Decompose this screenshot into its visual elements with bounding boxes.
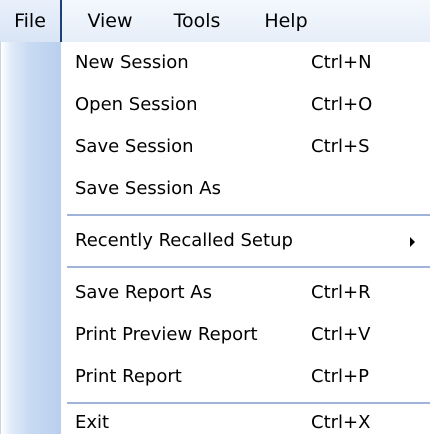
menu-item-save-report-as[interactable]: Save Report As Ctrl+R bbox=[61, 272, 430, 314]
menu-item-shortcut: Ctrl+V bbox=[311, 324, 371, 345]
menu-item-label: New Session bbox=[75, 52, 189, 73]
menu-item-print-report[interactable]: Print Report Ctrl+P bbox=[61, 356, 430, 398]
menu-item-shortcut: Ctrl+R bbox=[311, 282, 371, 303]
menu-view[interactable]: View bbox=[68, 0, 152, 42]
menu-tools[interactable]: Tools bbox=[152, 0, 242, 42]
menu-item-save-session-as[interactable]: Save Session As bbox=[61, 168, 430, 210]
menu-item-new-session[interactable]: New Session Ctrl+N bbox=[61, 42, 430, 84]
menu-item-print-preview-report[interactable]: Print Preview Report Ctrl+V bbox=[61, 314, 430, 356]
menu-item-label: Save Session bbox=[75, 136, 194, 157]
menu-item-exit[interactable]: Exit Ctrl+X bbox=[61, 405, 430, 434]
menu-item-shortcut: Ctrl+O bbox=[311, 94, 373, 115]
menu-separator bbox=[67, 266, 430, 268]
menu-item-shortcut: Ctrl+X bbox=[311, 412, 371, 433]
menu-separator bbox=[67, 402, 430, 404]
menu-item-recently-recalled-setup[interactable]: Recently Recalled Setup bbox=[61, 220, 430, 262]
submenu-arrow-icon bbox=[410, 237, 415, 247]
menu-item-shortcut: Ctrl+N bbox=[311, 52, 372, 73]
menu-separator bbox=[67, 214, 430, 216]
menu-item-label: Print Report bbox=[75, 366, 182, 387]
menu-item-label: Exit bbox=[75, 412, 110, 433]
menu-bar: File View Tools Help bbox=[0, 0, 430, 42]
file-dropdown-menu: New Session Ctrl+N Open Session Ctrl+O S… bbox=[0, 42, 430, 434]
menu-item-shortcut: Ctrl+S bbox=[311, 136, 370, 157]
menu-item-open-session[interactable]: Open Session Ctrl+O bbox=[61, 84, 430, 126]
menu-item-label: Save Session As bbox=[75, 178, 221, 199]
menu-item-label: Open Session bbox=[75, 94, 198, 115]
menu-item-label: Save Report As bbox=[75, 282, 212, 303]
menu-file[interactable]: File bbox=[0, 0, 62, 42]
menu-item-label: Recently Recalled Setup bbox=[75, 230, 293, 251]
menu-item-label: Print Preview Report bbox=[75, 324, 258, 345]
menu-item-shortcut: Ctrl+P bbox=[311, 366, 369, 387]
menu-item-save-session[interactable]: Save Session Ctrl+S bbox=[61, 126, 430, 168]
application-window: File View Tools Help New Session Ctrl+N … bbox=[0, 0, 430, 434]
menu-help[interactable]: Help bbox=[246, 0, 326, 42]
menu-icon-gutter bbox=[1, 42, 61, 434]
